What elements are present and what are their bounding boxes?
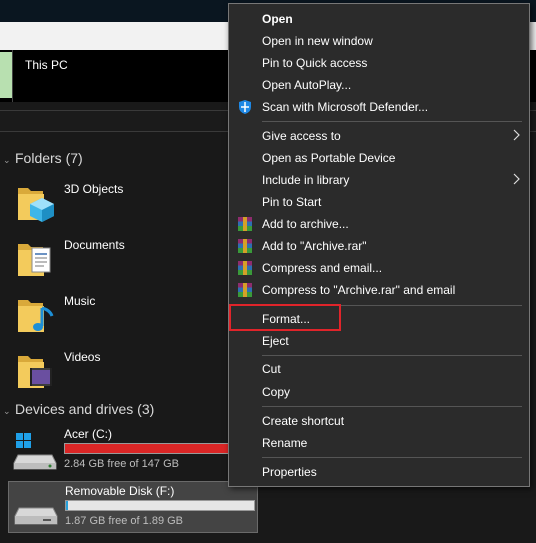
menu-item-label: Rename — [262, 436, 308, 450]
menu-item-label: Give access to — [262, 129, 341, 143]
folder-label: Music — [64, 294, 96, 308]
submenu-arrow-icon — [513, 129, 520, 141]
menu-item-label: Eject — [262, 334, 289, 348]
menu-item-label: Open AutoPlay... — [262, 78, 352, 92]
menu-item-open[interactable]: Open — [229, 8, 529, 30]
menu-separator — [262, 121, 522, 122]
drive-usage-fill — [65, 444, 250, 453]
menu-separator — [262, 355, 522, 356]
menu-item-give-access[interactable]: Give access to — [229, 125, 529, 147]
menu-item-label: Create shortcut — [262, 414, 345, 428]
folder-label: 3D Objects — [64, 182, 124, 196]
menu-item-label: Open in new window — [262, 34, 373, 48]
drive-free-space: 2.84 GB free of 147 GB — [64, 458, 179, 470]
removable-drive-icon — [14, 507, 58, 525]
collapse-chevron-icon[interactable]: ⌄ — [3, 406, 13, 417]
menu-item-pin-quick-access[interactable]: Pin to Quick access — [229, 52, 529, 74]
menu-item-include-library[interactable]: Include in library — [229, 169, 529, 191]
menu-item-label: Pin to Quick access — [262, 56, 368, 70]
address-separator — [12, 50, 13, 102]
menu-item-label: Open as Portable Device — [262, 151, 396, 165]
menu-item-label: Compress to "Archive.rar" and email — [262, 283, 456, 297]
menu-item-label: Add to archive... — [262, 217, 349, 231]
format-highlight-box — [229, 304, 341, 331]
winrar-icon — [238, 261, 252, 275]
menu-item-label: Compress and email... — [262, 261, 383, 275]
menu-item-compress-archive-email[interactable]: Compress to "Archive.rar" and email — [229, 279, 529, 301]
menu-item-label: Cut — [262, 362, 281, 376]
context-menu: Open Open in new window Pin to Quick acc… — [228, 3, 530, 487]
documents-folder-icon — [18, 244, 51, 276]
menu-item-open-portable-device[interactable]: Open as Portable Device — [229, 147, 529, 169]
folder-label: Videos — [64, 350, 101, 364]
menu-item-add-archive[interactable]: Add to archive... — [229, 213, 529, 235]
drive-usage-fill — [66, 501, 68, 510]
folder-label: Documents — [64, 238, 125, 252]
winrar-icon — [238, 217, 252, 231]
menu-item-label: Add to "Archive.rar" — [262, 239, 367, 253]
drive-name: Removable Disk (F:) — [65, 484, 175, 498]
collapse-chevron-icon[interactable]: ⌄ — [3, 155, 13, 166]
winrar-icon — [238, 239, 252, 253]
menu-item-add-archive-rar[interactable]: Add to "Archive.rar" — [229, 235, 529, 257]
menu-item-create-shortcut[interactable]: Create shortcut — [229, 410, 529, 432]
menu-separator — [262, 457, 522, 458]
defender-shield-icon — [239, 100, 251, 114]
menu-item-label: Pin to Start — [262, 195, 322, 209]
drive-free-space: 1.87 GB free of 1.89 GB — [65, 515, 184, 527]
menu-item-label: Open — [262, 12, 293, 26]
breadcrumb-this-pc[interactable]: This PC — [25, 58, 68, 72]
submenu-arrow-icon — [513, 173, 520, 185]
videos-folder-icon — [18, 356, 52, 388]
3d-objects-folder-icon — [18, 188, 54, 222]
drive-removable-f[interactable]: Removable Disk (F:) 1.87 GB free of 1.89… — [8, 481, 258, 533]
menu-item-scan-defender[interactable]: Scan with Microsoft Defender... — [229, 96, 529, 118]
menu-item-eject[interactable]: Eject — [229, 330, 529, 352]
winrar-icon — [238, 283, 252, 297]
drive-name: Acer (C:) — [64, 427, 112, 441]
menu-item-label: Properties — [262, 465, 317, 479]
folders-header-label: Folders (7) — [15, 150, 83, 166]
drive-usage-bar — [65, 500, 255, 511]
drive-acer-c[interactable]: Acer (C:) 2.84 GB free of 147 GB — [8, 425, 256, 475]
menu-item-label: Copy — [262, 385, 291, 399]
menu-item-properties[interactable]: Properties — [229, 461, 529, 483]
menu-item-copy[interactable]: Copy — [229, 381, 529, 403]
menu-item-open-new-window[interactable]: Open in new window — [229, 30, 529, 52]
menu-item-compress-email[interactable]: Compress and email... — [229, 257, 529, 279]
music-folder-icon — [18, 300, 54, 332]
devices-header-label: Devices and drives (3) — [15, 401, 155, 417]
drive-usage-bar — [64, 443, 254, 454]
navigation-pane-marker — [0, 52, 12, 98]
menu-item-label: Include in library — [262, 173, 350, 187]
menu-item-pin-start[interactable]: Pin to Start — [229, 191, 529, 213]
menu-item-rename[interactable]: Rename — [229, 432, 529, 454]
folders-group-header[interactable]: ⌄ Folders (7) — [0, 150, 83, 166]
devices-group-header[interactable]: ⌄ Devices and drives (3) — [0, 401, 154, 417]
menu-item-open-autoplay[interactable]: Open AutoPlay... — [229, 74, 529, 96]
menu-separator — [262, 406, 522, 407]
menu-item-label: Scan with Microsoft Defender... — [262, 100, 429, 114]
windows-drive-icon — [13, 433, 57, 470]
menu-item-cut[interactable]: Cut — [229, 358, 529, 380]
